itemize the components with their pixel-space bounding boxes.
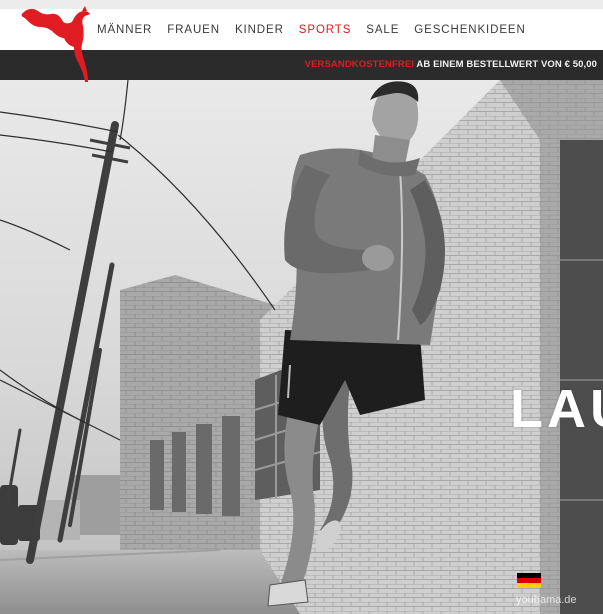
hero-headline: LAU — [510, 379, 603, 439]
watermark: youbama.de — [516, 594, 577, 606]
nav-item-sale[interactable]: SALE — [366, 24, 399, 36]
nav-item-geschenkideen[interactable]: GESCHENKIDEEN — [414, 24, 525, 36]
promo-text: VERSANDKOSTENFREI AB EINEM BESTELLWERT V… — [305, 59, 597, 70]
hero-banner[interactable]: LAU youbama.de — [0, 80, 603, 614]
germany-flag-icon[interactable] — [517, 573, 541, 588]
nav-item-kinder[interactable]: KINDER — [235, 24, 284, 36]
nav-item-frauen[interactable]: FRAUEN — [167, 24, 220, 36]
promo-highlight: VERSANDKOSTENFREI — [304, 59, 415, 70]
nav-item-sports[interactable]: SPORTS — [299, 24, 351, 36]
promo-rest: AB EINEM BESTELLWERT VON € 50,00 — [414, 59, 597, 70]
nav-item-maenner[interactable]: MÄNNER — [97, 24, 152, 36]
puma-logo[interactable] — [18, 2, 92, 86]
hero-image — [0, 80, 603, 614]
main-menu: MÄNNER FRAUEN KINDER SPORTS SALE GESCHEN… — [97, 24, 541, 36]
